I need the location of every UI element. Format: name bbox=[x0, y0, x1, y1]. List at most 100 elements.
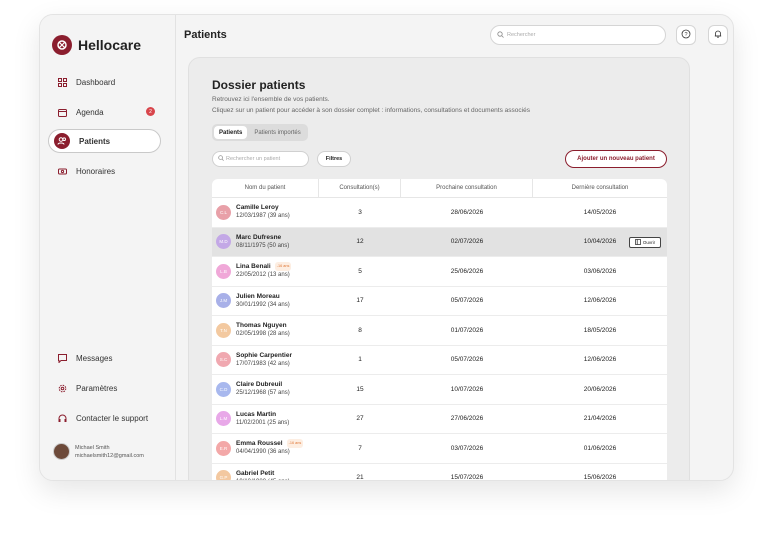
open-button[interactable]: Ouvrir bbox=[629, 236, 661, 248]
user-name: Michael Smith bbox=[75, 444, 110, 451]
patient-birthdate: 02/05/1998 (28 ans) bbox=[236, 331, 290, 338]
app-name: Hellocare bbox=[78, 37, 142, 53]
table-row[interactable]: L.M Lucas Martin 11/02/2001 (25 ans) 27 27/0… bbox=[212, 404, 667, 434]
logo[interactable]: Hellocare bbox=[52, 35, 141, 55]
table-row[interactable]: C.L Camille Leroy 12/03/1987 (39 ans) 3 28/0… bbox=[212, 198, 667, 228]
table-row[interactable]: E.R Emma Roussel -16 ans 04/04/1990 (36 ans… bbox=[212, 434, 667, 464]
next-consultation: 02/07/2026 bbox=[450, 238, 484, 246]
avatar: M.D bbox=[216, 234, 231, 250]
subtitle-line: Cliquez sur un patient pour accéder à so… bbox=[212, 107, 530, 114]
patient-name: Lucas Martin bbox=[236, 410, 277, 418]
patient-name: Sophie Carpentier bbox=[236, 351, 292, 359]
patient-info: Lina Benali -16 ans 22/05/2012 (13 ans) bbox=[236, 262, 292, 280]
patient-name: Lina Benali bbox=[236, 263, 271, 271]
consultation-count: 1 bbox=[358, 356, 362, 364]
consultation-count: 3 bbox=[358, 208, 362, 216]
notification-badge: 2 bbox=[146, 107, 155, 116]
avatar: C.L bbox=[216, 204, 231, 220]
user-profile[interactable]: Michael Smith michaelsmith12@gmail.com bbox=[53, 443, 144, 460]
next-consultation: 10/07/2026 bbox=[450, 385, 484, 393]
notifications-button[interactable] bbox=[708, 25, 728, 45]
last-consultation: 18/05/2026 bbox=[583, 326, 617, 334]
last-consultation: 03/06/2026 bbox=[583, 267, 617, 275]
help-icon: ? bbox=[681, 26, 691, 44]
app-window: Hellocare Dashboard Agenda 2 Patients Ho… bbox=[39, 14, 734, 481]
search-placeholder: Rechercher un patient bbox=[226, 156, 281, 162]
patient-birthdate: 19/10/1980 (45 ans) bbox=[236, 478, 290, 480]
avatar: T.N bbox=[216, 322, 231, 338]
search-icon bbox=[218, 155, 224, 163]
avatar: S.C bbox=[216, 352, 231, 368]
sidebar-item-honoraires[interactable]: Honoraires bbox=[48, 159, 161, 183]
banknote-icon bbox=[57, 166, 67, 176]
next-consultation: 01/07/2026 bbox=[450, 326, 484, 334]
table-row[interactable]: M.D Marc Dufresne 08/11/1975 (50 ans) 12 02/… bbox=[212, 227, 667, 257]
column-header[interactable]: Prochaine consultation bbox=[401, 179, 533, 197]
patient-name: Julien Moreau bbox=[236, 292, 280, 300]
sidebar-item-messages[interactable]: Messages bbox=[48, 346, 161, 370]
sidebar-item-agenda[interactable]: Agenda 2 bbox=[48, 100, 161, 124]
patients-card: Dossier patients Retrouvez ici l'ensembl… bbox=[188, 57, 690, 481]
patient-name-wrap: Lucas Martin bbox=[236, 410, 289, 419]
avatar: E.R bbox=[216, 440, 231, 456]
sidebar-item-dashboard[interactable]: Dashboard bbox=[48, 70, 161, 94]
patient-name-wrap: Camille Leroy bbox=[236, 203, 290, 212]
sidebar-item-settings[interactable]: Paramètres bbox=[48, 376, 161, 400]
avatar: L.B bbox=[216, 263, 231, 279]
table-row[interactable]: L.B Lina Benali -16 ans 22/05/2012 (13 ans)… bbox=[212, 257, 667, 287]
patient-info: Lucas Martin 11/02/2001 (25 ans) bbox=[236, 410, 289, 428]
patient-info: Camille Leroy 12/03/1987 (39 ans) bbox=[236, 203, 290, 221]
sidebar-item-label: Paramètres bbox=[76, 383, 118, 393]
add-patient-button[interactable]: Ajouter un nouveau patient bbox=[565, 150, 667, 168]
column-header[interactable]: Nom du patient bbox=[212, 179, 319, 197]
patient-name: Claire Dubreuil bbox=[236, 381, 283, 389]
help-button[interactable]: ? bbox=[676, 25, 696, 45]
headset-icon bbox=[57, 413, 67, 423]
sidebar-item-patients[interactable]: Patients bbox=[48, 129, 161, 153]
table-row[interactable]: T.N Thomas Nguyen 02/05/1998 (28 ans) 8 01/0… bbox=[212, 316, 667, 346]
tab-patients[interactable]: Patients bbox=[214, 126, 248, 139]
avatar: L.M bbox=[216, 411, 231, 427]
table-row[interactable]: G.P Gabriel Petit19/10/1980 (45 ans) 21 15/… bbox=[212, 463, 667, 481]
filter-button[interactable]: Filtres bbox=[317, 151, 351, 167]
last-consultation: 20/06/2026 bbox=[583, 385, 617, 393]
gear-icon bbox=[57, 383, 67, 393]
avatar: J.M bbox=[216, 293, 231, 309]
next-consultation: 27/06/2026 bbox=[450, 415, 484, 423]
consultation-count: 15 bbox=[356, 385, 364, 393]
table-row[interactable]: S.C Sophie Carpentier 17/07/1983 (42 ans) 1… bbox=[212, 345, 667, 375]
patient-cell: G.P Gabriel Petit19/10/1980 (45 ans) bbox=[212, 464, 319, 480]
user-email: michaelsmith12@gmail.com bbox=[75, 452, 144, 459]
last-consultation: 14/05/2026 bbox=[583, 208, 617, 216]
last-consultation: 21/04/2026 bbox=[583, 415, 617, 423]
logo-icon bbox=[52, 35, 72, 55]
sidebar-item-support[interactable]: Contacter le support bbox=[48, 406, 161, 430]
patient-search-input[interactable]: Rechercher un patient bbox=[212, 151, 309, 167]
last-consultation: 12/06/2026 bbox=[583, 297, 617, 305]
patient-birthdate: 30/01/1992 (34 ans) bbox=[236, 301, 290, 308]
table-row[interactable]: J.M Julien Moreau 30/01/1992 (34 ans) 17 05/… bbox=[212, 286, 667, 316]
patient-cell: E.R Emma Roussel -16 ans 04/04/1990 (36 ans… bbox=[212, 434, 319, 463]
calendar-icon bbox=[57, 107, 67, 117]
patient-name-wrap: Thomas Nguyen bbox=[236, 321, 290, 330]
consultation-count: 5 bbox=[358, 267, 362, 275]
search-input[interactable]: Rechercher bbox=[490, 25, 666, 45]
patient-info: Sophie Carpentier 17/07/1983 (42 ans) bbox=[236, 351, 292, 369]
patient-cell: L.M Lucas Martin 11/02/2001 (25 ans) bbox=[212, 405, 319, 434]
column-header[interactable]: Consultation(s) bbox=[319, 179, 401, 197]
column-header[interactable]: Dernière consultation bbox=[533, 179, 667, 197]
patient-info: Julien Moreau 30/01/1992 (34 ans) bbox=[236, 292, 290, 310]
consultation-count: 27 bbox=[356, 415, 364, 423]
tab-imported-patients[interactable]: Patients importés bbox=[249, 126, 305, 139]
patient-name: Marc Dufresne bbox=[236, 233, 282, 241]
header: Patients Rechercher ? bbox=[176, 15, 733, 57]
sidebar-item-label: Honoraires bbox=[76, 166, 116, 176]
table-row[interactable]: C.D Claire Dubreuil 25/12/1968 (57 ans) 15 1… bbox=[212, 375, 667, 405]
card-title: Dossier patients bbox=[212, 78, 306, 92]
patient-info: Thomas Nguyen 02/05/1998 (28 ans) bbox=[236, 321, 290, 339]
next-consultation: 28/06/2026 bbox=[450, 208, 484, 216]
next-consultation: 15/07/2026 bbox=[450, 474, 484, 481]
dashboard-icon bbox=[57, 77, 67, 87]
patient-name-wrap: Julien Moreau bbox=[236, 292, 290, 301]
svg-text:?: ? bbox=[684, 32, 687, 38]
